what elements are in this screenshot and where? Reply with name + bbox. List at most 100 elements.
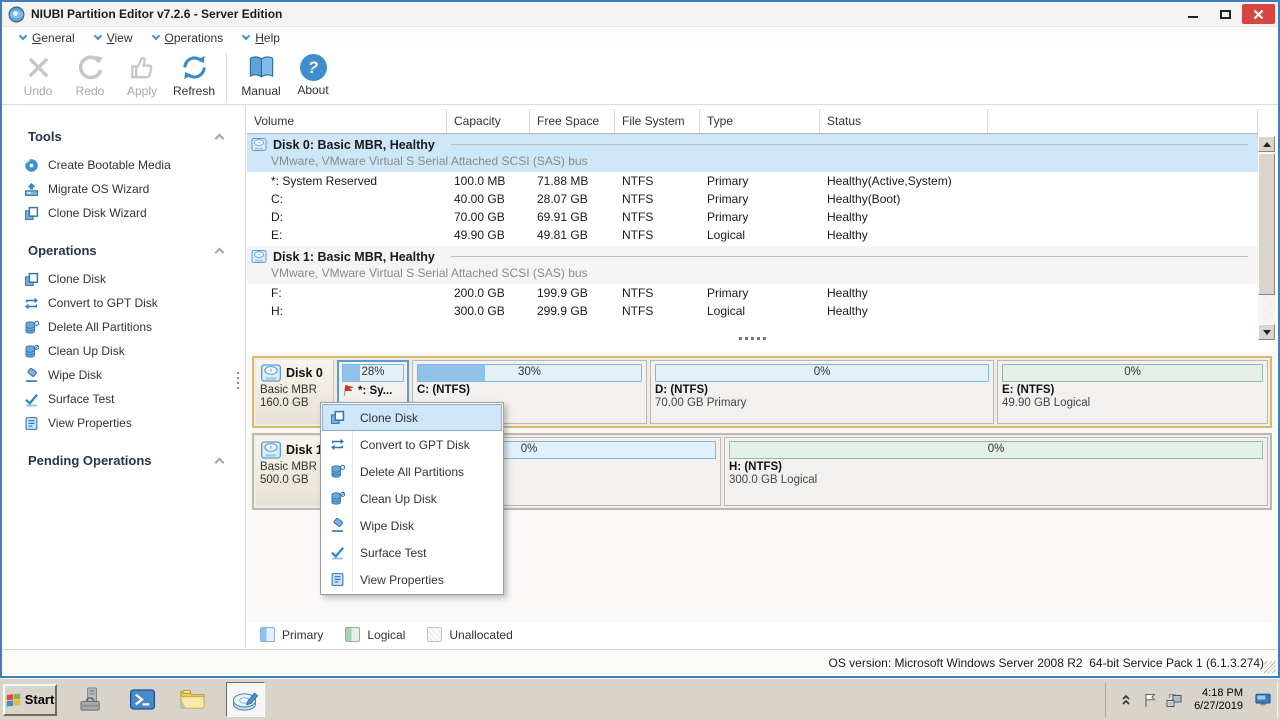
cell: NTFS	[615, 172, 700, 190]
cell: Healthy(Active,System)	[820, 172, 988, 190]
column-header-free-space[interactable]: Free Space	[530, 109, 615, 133]
maximize-button[interactable]	[1210, 4, 1240, 24]
usage-percent: 0%	[656, 366, 988, 378]
sidebar-resize-handle[interactable]	[237, 372, 239, 389]
redo-button[interactable]: Redo	[64, 51, 116, 98]
show-desktop-icon[interactable]	[1255, 692, 1271, 708]
context-menu-label: Delete All Partitions	[353, 465, 464, 479]
apply-button[interactable]: Apply	[116, 51, 168, 98]
start-button[interactable]: Start	[3, 684, 57, 716]
menu-help[interactable]: Help	[233, 28, 290, 47]
partition-detail: 70.00 GB Primary	[655, 397, 989, 409]
close-icon	[1253, 9, 1264, 20]
usage-bar: 0%	[655, 364, 989, 382]
context-menu-item-clean-up-disk[interactable]: Clean Up Disk	[322, 485, 502, 512]
sidebar-item-label: Convert to GPT Disk	[48, 296, 158, 310]
toolbar-separator	[226, 53, 227, 101]
sidebar-item-label: Migrate OS Wizard	[48, 182, 149, 196]
taskbar-powershell-icon[interactable]	[129, 686, 156, 713]
partition-e-ntfs[interactable]: 0%E: (NTFS)49.90 GB Logical	[997, 360, 1268, 424]
clock[interactable]: 4:18 PM 6/27/2019	[1194, 687, 1243, 713]
partition-name: E: (NTFS)	[1002, 384, 1054, 396]
disk-name: Disk 0	[286, 366, 323, 380]
chevron-up-icon	[215, 457, 225, 467]
column-header-file-system[interactable]: File System	[615, 109, 700, 133]
about-button[interactable]: ?About	[287, 51, 339, 97]
context-menu-item-clone-disk[interactable]: Clone Disk	[322, 404, 502, 431]
taskbar-server-manager-icon[interactable]	[79, 686, 106, 713]
volume-row-h[interactable]: H:300.0 GB299.9 GBNTFSLogicalHealthy	[247, 302, 1258, 320]
section-title: Pending Operations	[28, 453, 152, 468]
partition-d-ntfs[interactable]: 0%D: (NTFS)70.00 GB Primary	[650, 360, 994, 424]
column-header-volume[interactable]: Volume	[247, 109, 447, 133]
context-menu-item-view-properties[interactable]: View Properties	[322, 566, 502, 593]
app-icon	[8, 6, 25, 23]
disk-group-title: Disk 0: Basic MBR, Healthy	[273, 138, 435, 152]
hidden-icons-chevron[interactable]	[1118, 692, 1134, 708]
section-header-operations[interactable]: Operations	[2, 233, 245, 267]
sidebar-item-wipe-disk[interactable]: Wipe Disk	[2, 363, 245, 387]
context-menu-item-wipe-disk[interactable]: Wipe Disk	[322, 512, 502, 539]
sidebar-item-clone-disk-wizard[interactable]: Clone Disk Wizard	[2, 201, 245, 225]
partition-h-ntfs[interactable]: 0%H: (NTFS)300.0 GB Logical	[724, 437, 1268, 506]
disk-group-row[interactable]: Disk 0: Basic MBR, HealthyVMware, VMware…	[247, 134, 1258, 172]
volume-row-f[interactable]: F:200.0 GB199.9 GBNTFSPrimaryHealthy	[247, 284, 1258, 302]
sidebar-item-convert-to-gpt-disk[interactable]: Convert to GPT Disk	[2, 291, 245, 315]
taskbar-explorer-icon[interactable]	[179, 686, 206, 713]
manual-button[interactable]: Manual	[235, 51, 287, 98]
taskbar-niubi-icon[interactable]	[226, 682, 265, 717]
volume-row-e[interactable]: E:49.90 GB49.81 GBNTFSLogicalHealthy	[247, 226, 1258, 244]
sidebar-item-clean-up-disk[interactable]: Clean Up Disk	[2, 339, 245, 363]
section-header-tools[interactable]: Tools	[2, 119, 245, 153]
legend-label: Primary	[282, 628, 323, 642]
context-menu-item-convert-to-gpt-disk[interactable]: Convert to GPT Disk	[322, 431, 502, 458]
close-button[interactable]	[1242, 4, 1275, 24]
cell: 200.0 GB	[447, 284, 530, 302]
legend-unallocated: Unallocated	[427, 627, 512, 642]
refresh-button[interactable]: Refresh	[168, 51, 220, 98]
column-header-capacity[interactable]: Capacity	[447, 109, 530, 133]
menu-view[interactable]: View	[85, 28, 143, 47]
scroll-up-button[interactable]	[1258, 136, 1275, 152]
wipe-icon	[330, 518, 345, 533]
disk-icon	[260, 440, 282, 460]
sidebar-item-view-properties[interactable]: View Properties	[2, 411, 245, 435]
sidebar-item-create-bootable-media[interactable]: Create Bootable Media	[2, 153, 245, 177]
panel-splitter[interactable]	[247, 337, 1258, 340]
volume-row-system-reserved[interactable]: *: System Reserved100.0 MB71.88 MBNTFSPr…	[247, 172, 1258, 190]
context-menu-item-delete-all-partitions[interactable]: Delete All Partitions	[322, 458, 502, 485]
section-operations: OperationsClone Disk Convert to GPT Disk D…	[2, 233, 245, 435]
sidebar-item-migrate-os-wizard[interactable]: Migrate OS Wizard	[2, 177, 245, 201]
volume-row-d[interactable]: D:70.00 GB69.91 GBNTFSPrimaryHealthy	[247, 208, 1258, 226]
action-center-flag-icon[interactable]	[1142, 692, 1158, 708]
undo-button[interactable]: Undo	[12, 51, 64, 98]
volume-row-c[interactable]: C:40.00 GB28.07 GBNTFSPrimaryHealthy(Boo…	[247, 190, 1258, 208]
menu-operations[interactable]: Operations	[143, 28, 234, 47]
table-scrollbar[interactable]	[1258, 136, 1275, 340]
context-menu-label: Convert to GPT Disk	[353, 438, 470, 452]
context-menu-item-surface-test[interactable]: Surface Test	[322, 539, 502, 566]
cell: NTFS	[615, 302, 700, 320]
network-icon[interactable]	[1166, 692, 1182, 708]
menu-general[interactable]: General	[10, 28, 85, 47]
disk-group-row[interactable]: Disk 1: Basic MBR, HealthyVMware, VMware…	[247, 246, 1258, 284]
screen: NIUBI Partition Editor v7.2.6 - Server E…	[0, 0, 1280, 720]
minimize-button[interactable]	[1178, 4, 1208, 24]
cleanup-icon	[24, 344, 39, 359]
section-header-pending-operations[interactable]: Pending Operations	[2, 443, 245, 477]
sidebar-item-surface-test[interactable]: Surface Test	[2, 387, 245, 411]
resize-grip[interactable]	[1264, 661, 1276, 673]
column-header-blank[interactable]	[988, 109, 1258, 133]
sidebar-item-delete-all-partitions[interactable]: Delete All Partitions	[2, 315, 245, 339]
scroll-down-button[interactable]	[1258, 324, 1275, 340]
column-header-status[interactable]: Status	[820, 109, 988, 133]
system-tray: 4:18 PM 6/27/2019	[1105, 682, 1278, 718]
cell: 49.90 GB	[447, 226, 530, 244]
legend: PrimaryLogicalUnallocated	[260, 627, 513, 642]
minimize-icon	[1188, 16, 1198, 18]
titlebar[interactable]: NIUBI Partition Editor v7.2.6 - Server E…	[2, 2, 1278, 27]
column-header-type[interactable]: Type	[700, 109, 820, 133]
scrollbar-thumb[interactable]	[1258, 153, 1275, 295]
cell: 71.88 MB	[530, 172, 615, 190]
sidebar-item-clone-disk[interactable]: Clone Disk	[2, 267, 245, 291]
